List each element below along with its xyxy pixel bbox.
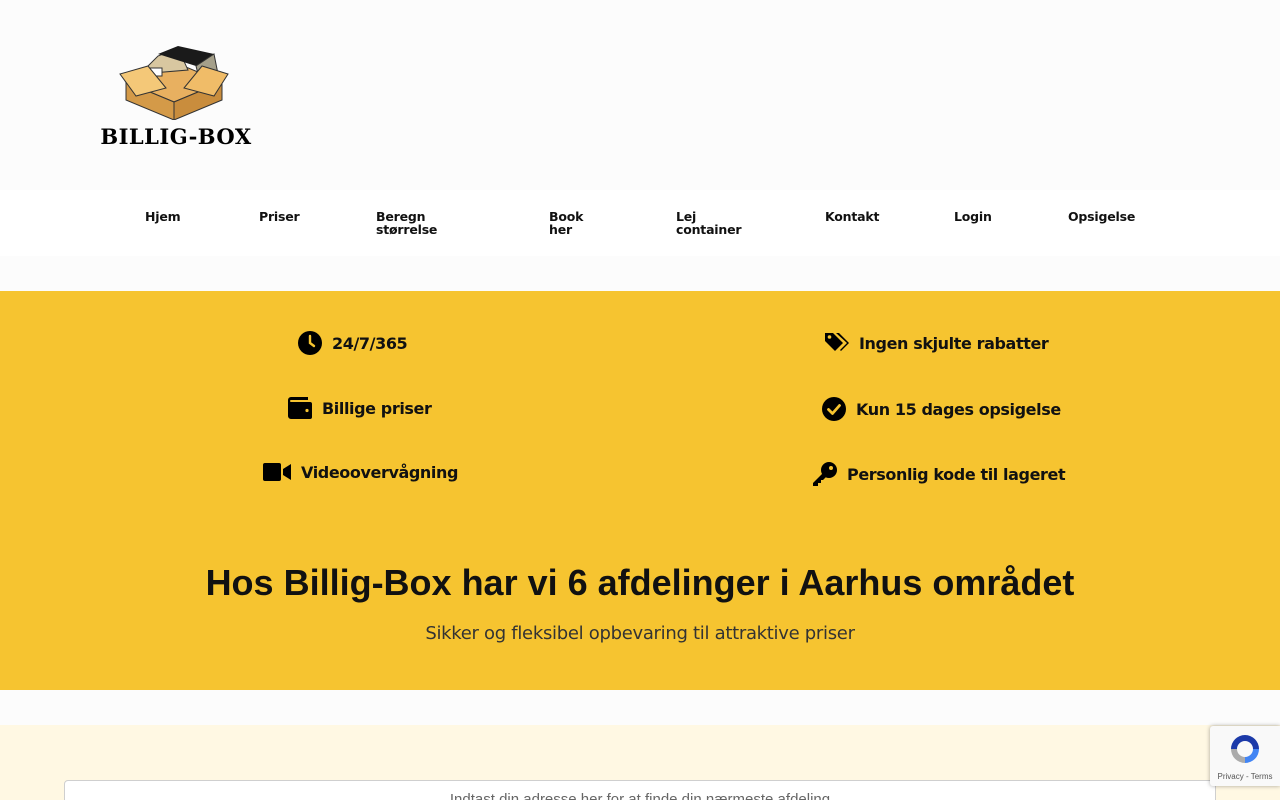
nav-item-kontakt[interactable]: Kontakt [825, 210, 879, 223]
brand-logo[interactable]: BILLIG-BOX [100, 40, 252, 150]
hero-headline: Hos Billig-Box har vi 6 afdelinger i Aar… [205, 562, 1075, 603]
nav-item-login[interactable]: Login [954, 210, 992, 223]
nav-item-lej-container[interactable]: Lej container [676, 210, 742, 236]
box-house-icon [119, 46, 229, 120]
recaptcha-badge[interactable]: Privacy - Terms [1210, 726, 1280, 786]
nav-item-book-her[interactable]: Book her [549, 210, 583, 236]
feature-item: Ingen skjulte rabatter [825, 331, 1049, 355]
nav-item-beregn-stoerrelse[interactable]: Beregn størrelse [376, 210, 437, 236]
feature-item: Videoovervågning [263, 462, 458, 482]
feature-item: 24/7/365 [298, 331, 408, 355]
feature-item: Personlig kode til lageret [813, 462, 1066, 486]
feature-label: Billige priser [322, 398, 432, 418]
brand-name: BILLIG-BOX [100, 124, 252, 149]
check-circle-icon [822, 397, 846, 421]
feature-item: Kun 15 dages opsigelse [822, 397, 1061, 421]
main-navigation: Hjem Priser Beregn størrelse Book her Le… [0, 190, 1280, 256]
feature-item: Billige priser [288, 397, 432, 419]
wallet-icon [288, 397, 312, 419]
feature-label: Videoovervågning [301, 462, 459, 482]
nav-item-opsigelse[interactable]: Opsigelse [1068, 210, 1135, 223]
recaptcha-icon [1231, 735, 1259, 763]
key-icon [813, 462, 837, 486]
feature-label: Ingen skjulte rabatter [859, 333, 1049, 353]
nav-item-hjem[interactable]: Hjem [145, 210, 181, 223]
feature-label: Personlig kode til lageret [847, 464, 1066, 484]
feature-label: 24/7/365 [332, 333, 408, 353]
site-header: BILLIG-BOX [0, 0, 1280, 190]
tags-icon [825, 333, 849, 351]
video-camera-icon [263, 463, 291, 481]
address-search-input[interactable]: Indtast din adresse her for at finde din… [64, 780, 1216, 800]
hero-subline: Sikker og fleksibel opbevaring til attra… [425, 623, 855, 644]
feature-label: Kun 15 dages opsigelse [856, 399, 1061, 419]
recaptcha-links[interactable]: Privacy - Terms [1210, 772, 1280, 781]
clock-icon [298, 331, 322, 355]
nav-item-priser[interactable]: Priser [259, 210, 300, 223]
